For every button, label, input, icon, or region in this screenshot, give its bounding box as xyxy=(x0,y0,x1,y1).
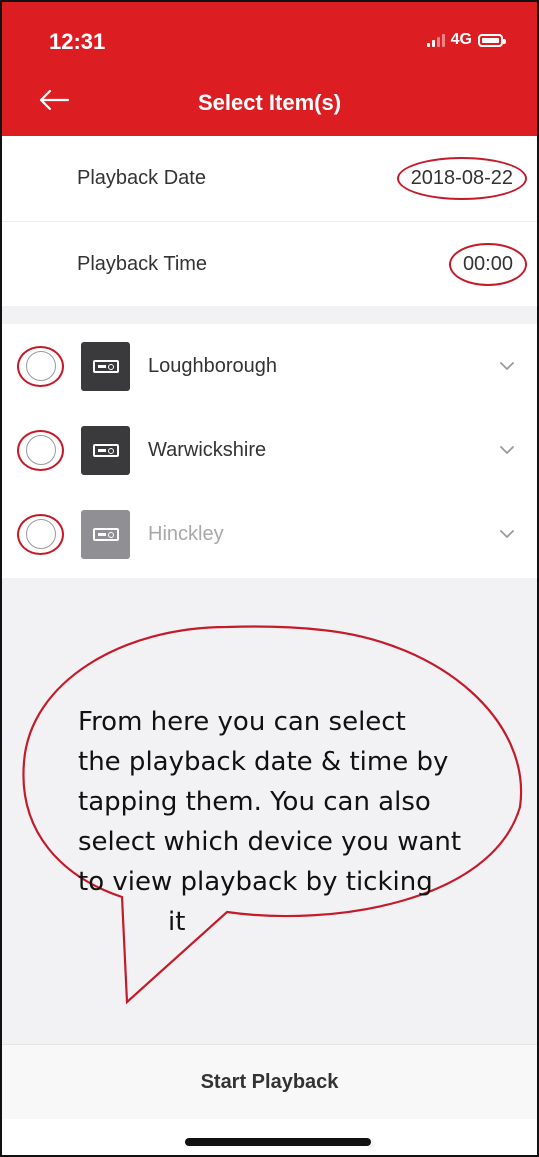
header-bar: 12:31 4G Select Item(s) xyxy=(2,2,537,136)
home-indicator[interactable] xyxy=(185,1138,371,1146)
playback-time-value[interactable]: 00:00 xyxy=(448,242,527,286)
device-row-loughborough[interactable]: Loughborough xyxy=(2,324,537,408)
chevron-down-icon[interactable] xyxy=(499,442,515,458)
start-playback-button[interactable]: Start Playback xyxy=(2,1044,537,1119)
device-row-warwickshire[interactable]: Warwickshire xyxy=(2,408,537,492)
annotation-line: select which device you want xyxy=(78,827,462,857)
home-indicator-area xyxy=(2,1119,537,1155)
chevron-down-icon[interactable] xyxy=(499,358,515,374)
annotation-text: From here you can select the playback da… xyxy=(78,702,518,942)
playback-time-row[interactable]: Playback Time 00:00 xyxy=(2,222,537,306)
annotation-line: the playback date & time by xyxy=(78,747,449,777)
playback-date-label: Playback Date xyxy=(77,167,206,189)
dvr-device-icon xyxy=(81,425,130,475)
status-indicators: 4G xyxy=(426,31,506,49)
section-divider xyxy=(2,306,537,324)
device-name: Hinckley xyxy=(148,522,224,545)
playback-date-row[interactable]: Playback Date 2018-08-22 xyxy=(2,136,537,222)
network-type: 4G xyxy=(450,31,472,48)
status-time: 12:31 xyxy=(49,29,106,54)
phone-screen: 12:31 4G Select Item(s) Playback Date 20… xyxy=(0,0,539,1157)
annotation-line: From here you can select xyxy=(78,707,406,737)
annotation-line: tapping them. You can also xyxy=(78,787,431,817)
playback-time-label: Playback Time xyxy=(77,252,208,275)
device-select-radio[interactable] xyxy=(17,429,64,471)
device-name: Warwickshire xyxy=(148,438,267,461)
device-name: Loughborough xyxy=(148,354,278,377)
dvr-device-icon xyxy=(81,341,130,391)
annotation-line: to view playback by ticking xyxy=(78,867,433,897)
annotation-line: it xyxy=(168,907,186,937)
battery-icon xyxy=(478,33,506,47)
device-select-radio[interactable] xyxy=(17,513,64,555)
device-select-radio[interactable] xyxy=(17,345,64,387)
signal-icon xyxy=(426,33,445,47)
chevron-down-icon[interactable] xyxy=(499,526,515,542)
dvr-device-icon xyxy=(81,509,130,559)
device-list: Loughborough Warwickshire Hinckley xyxy=(2,324,537,578)
playback-date-value[interactable]: 2018-08-22 xyxy=(396,157,527,200)
page-title: Select Item(s) xyxy=(197,90,342,115)
